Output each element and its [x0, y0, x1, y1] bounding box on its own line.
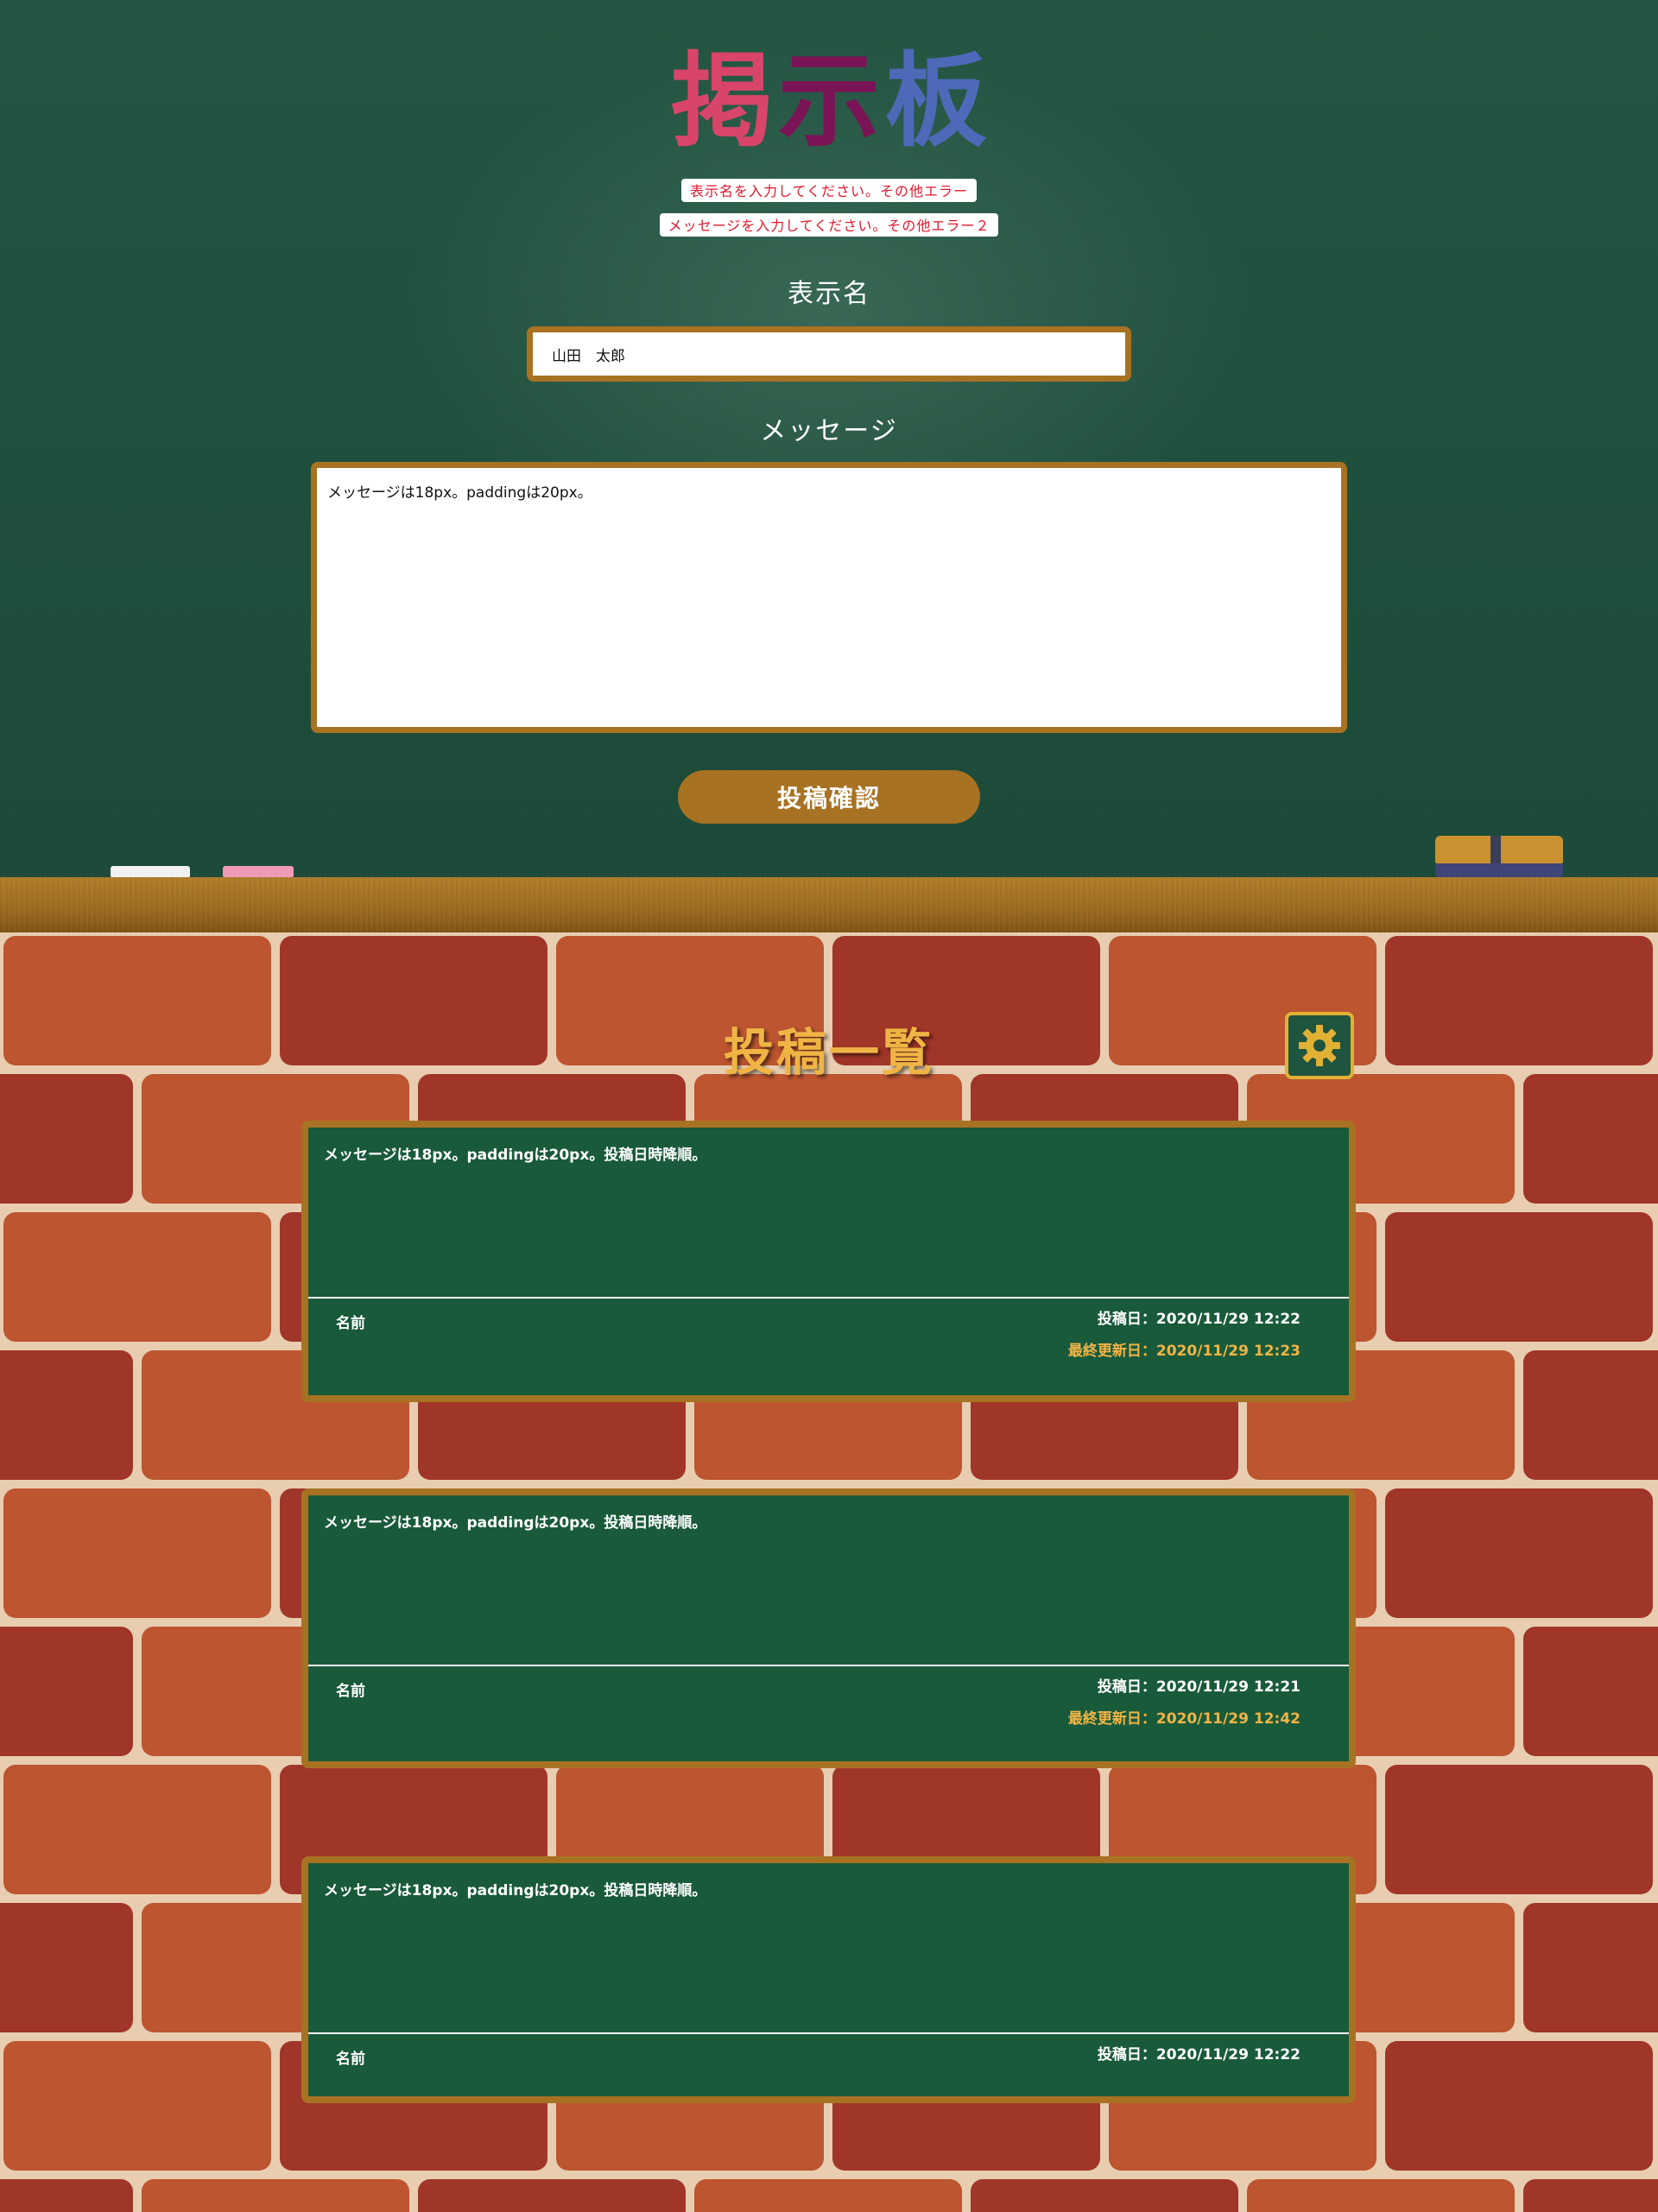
post-dates: 投稿日：2020/11/29 12:22 最終更新日：2020/11/29 12…	[1068, 1311, 1300, 1360]
brick	[1385, 2041, 1653, 2171]
post-updated-date: 最終更新日：2020/11/29 12:23	[1067, 1343, 1300, 1360]
title-char-2: 示	[777, 41, 880, 161]
post-footer: 名前 投稿日：2020/11/29 12:22 最終更新日：2020/11/29…	[308, 1297, 1349, 1360]
brick	[1523, 1350, 1658, 1480]
name-label: 表示名	[788, 279, 870, 309]
error-message-name: 表示名を入力してください。その他エラー	[0, 179, 1658, 202]
brick	[1523, 1903, 1658, 2032]
eraser-decoration	[1435, 836, 1563, 877]
brick	[694, 2179, 962, 2212]
post-confirm-button[interactable]: 投稿確認	[678, 770, 980, 824]
settings-button[interactable]	[1285, 1012, 1354, 1079]
brick	[1523, 1074, 1658, 1204]
post-card: メッセージは18px。paddingは20px。投稿日時降順。 名前 投稿日：2…	[301, 1121, 1356, 1402]
brick	[142, 2179, 409, 2212]
brick	[1385, 1765, 1653, 1894]
post-date: 投稿日：2020/11/29 12:22	[1097, 1311, 1300, 1328]
post-footer: 名前 投稿日：2020/11/29 12:21 最終更新日：2020/11/29…	[308, 1665, 1349, 1728]
error-message-message: メッセージを入力してください。その他エラー２	[0, 213, 1658, 237]
brick	[0, 2179, 133, 2212]
brick	[1523, 2179, 1658, 2212]
brick	[1247, 2179, 1515, 2212]
brick	[1523, 1627, 1658, 1756]
post-card: メッセージは18px。paddingは20px。投稿日時降順。 名前 投稿日：2…	[301, 1488, 1356, 1768]
brick	[971, 2179, 1238, 2212]
brick	[0, 1903, 133, 2032]
brick	[0, 1350, 133, 1480]
brick	[418, 2179, 686, 2212]
post-date: 投稿日：2020/11/29 12:22	[1097, 2046, 1300, 2063]
post-updated-date: 最終更新日：2020/11/29 12:42	[1067, 1710, 1300, 1728]
name-input[interactable]	[527, 326, 1131, 382]
message-input[interactable]: メッセージは18px。paddingは20px。	[311, 462, 1347, 733]
message-label: メッセージ	[760, 416, 898, 446]
brick	[1385, 1488, 1653, 1618]
brick	[3, 1765, 271, 1894]
error-text-message: メッセージを入力してください。その他エラー２	[659, 213, 999, 237]
chalk-ledge	[0, 877, 1658, 932]
post-dates: 投稿日：2020/11/29 12:21 最終更新日：2020/11/29 12…	[1068, 1678, 1300, 1728]
gear-icon	[1299, 1025, 1340, 1066]
brick	[3, 1212, 271, 1342]
post-date: 投稿日：2020/11/29 12:21	[1097, 1678, 1300, 1696]
post-footer: 名前 投稿日：2020/11/29 12:22	[308, 2032, 1349, 2068]
title-char-1: 掲	[670, 41, 773, 161]
post-message: メッセージは18px。paddingは20px。投稿日時降順。	[324, 1882, 707, 1899]
brick	[3, 2041, 271, 2171]
brick	[0, 1074, 133, 1204]
brick	[3, 1488, 271, 1618]
error-text-name: 表示名を入力してください。その他エラー	[680, 179, 978, 202]
post-card: メッセージは18px。paddingは20px。投稿日時降順。 名前 投稿日：2…	[301, 1856, 1356, 2103]
post-list-title: 投稿一覧	[723, 1023, 934, 1082]
post-message: メッセージは18px。paddingは20px。投稿日時降順。	[324, 1514, 707, 1532]
post-message: メッセージは18px。paddingは20px。投稿日時降順。	[324, 1147, 707, 1164]
pink-chalk-decoration	[223, 866, 294, 877]
brick	[0, 1627, 133, 1756]
brick	[1385, 1212, 1653, 1342]
post-dates: 投稿日：2020/11/29 12:22	[1098, 2046, 1300, 2063]
title-char-3: 板	[885, 41, 988, 161]
white-chalk-decoration	[111, 866, 190, 877]
blackboard-form-section: 掲 示 板 表示名を入力してください。その他エラー メッセージを入力してください…	[0, 0, 1658, 877]
page-title: 掲 示 板	[0, 45, 1658, 157]
